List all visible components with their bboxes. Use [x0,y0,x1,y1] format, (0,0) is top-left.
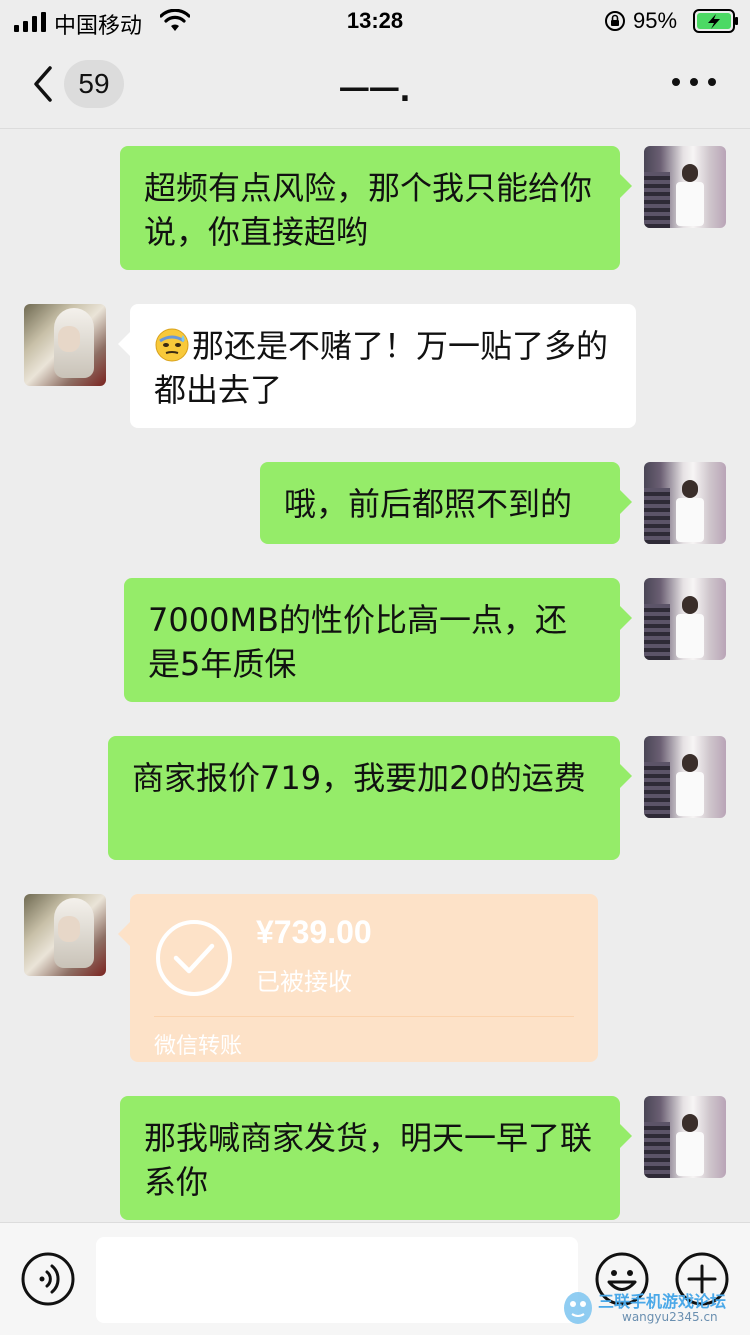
message-text-input[interactable] [96,1237,578,1323]
chat-header: 59 一一. [0,44,750,129]
transfer-label: 微信转账 [154,1034,243,1059]
voice-input-icon[interactable] [20,1251,76,1307]
avatar-graphic [676,182,704,226]
avatar-graphic [676,498,704,542]
watermark-text: 三联手机游戏论坛 [598,1292,727,1311]
my-avatar[interactable] [644,736,726,818]
message-bubble-sent[interactable]: 7000MB的性价比高一点，还是5年质保 [124,578,632,702]
contact-avatar[interactable] [24,304,106,386]
watermark-url: wangyu2345.cn [622,1310,718,1324]
my-avatar[interactable] [644,578,726,660]
avatar-graphic [676,772,704,816]
site-watermark: 三联手机游戏论坛 wangyu2345.cn [560,1286,750,1330]
message-text: 那还是不赌了！万一贴了多的都出去了 [154,327,609,409]
received-check-icon [156,920,232,996]
message-bubble-sent[interactable]: 商家报价719，我要加20的运费 [108,736,632,860]
avatar-graphic [682,164,698,182]
my-avatar[interactable] [644,462,726,544]
transfer-status: 已被接收 [256,968,352,996]
avatar-graphic [58,916,80,942]
more-options-icon[interactable] [672,78,716,90]
avatar-graphic [644,488,670,544]
more-dot [708,78,716,86]
message-bubble-received[interactable]: 那还是不赌了！万一贴了多的都出去了 [118,304,636,428]
avatar-graphic [676,614,704,658]
transfer-divider [154,1016,574,1017]
avatar-graphic [682,1114,698,1132]
message-bubble-sent[interactable]: 那我喊商家发货，明天一早了联系你 [120,1096,632,1220]
avatar-graphic [682,596,698,614]
avatar-graphic [676,1132,704,1176]
battery-charging-icon [693,9,738,33]
message-bubble-sent[interactable]: 超频有点风险，那个我只能给你说，你直接超哟 [120,146,632,270]
message-bubble-sent[interactable]: 哦，前后都照不到的 [260,462,632,544]
battery-percent: 95% [633,8,678,33]
avatar-graphic [682,480,698,498]
sweat-face-icon [155,328,189,362]
wechat-transfer-card[interactable]: ¥739.00 已被接收 微信转账 [118,894,598,1062]
avatar-graphic [644,604,670,660]
avatar-graphic [682,754,698,772]
more-dot [690,78,698,86]
avatar-graphic [644,1122,670,1178]
avatar-graphic [58,326,80,352]
avatar-graphic [644,172,670,228]
mascot-logo-icon [564,1292,592,1324]
my-avatar[interactable] [644,1096,726,1178]
more-dot [672,78,680,86]
my-avatar[interactable] [644,146,726,228]
chat-title: 一一. [339,74,411,109]
avatar-graphic [644,762,670,818]
rotation-lock-icon [605,11,625,31]
contact-avatar[interactable] [24,894,106,976]
transfer-amount: ¥739.00 [256,914,372,950]
status-bar: 中国移动 13:28 95% [0,0,750,44]
